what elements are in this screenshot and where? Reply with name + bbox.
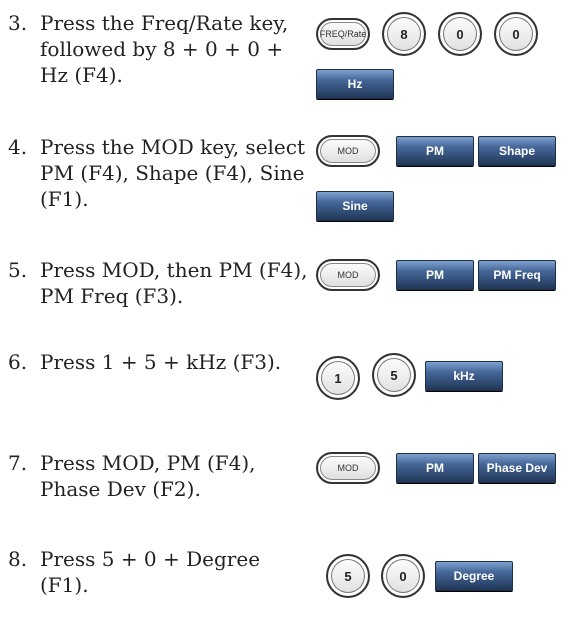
pm-softkey[interactable]: PM [396, 453, 474, 483]
hz-softkey[interactable]: Hz [316, 69, 394, 99]
step-number: 3. [8, 11, 28, 35]
step-instruction: Press MOD, then PM (F4), PM Freq (F3). [40, 258, 308, 308]
step-instruction: Press the MOD key, select PM (F4), Shape… [40, 135, 305, 211]
digit-8-key[interactable]: 8 [382, 12, 426, 56]
mod-key[interactable]: MOD [316, 259, 380, 291]
mod-key[interactable]: MOD [316, 452, 380, 484]
phase-dev-softkey[interactable]: Phase Dev [478, 453, 556, 483]
degree-softkey[interactable]: Degree [435, 561, 513, 591]
step-number: 6. [8, 350, 28, 374]
step-instruction: Press 5 + 0 + Degree (F1). [40, 547, 261, 597]
khz-softkey[interactable]: kHz [425, 361, 503, 391]
sine-softkey[interactable]: Sine [316, 191, 394, 221]
mod-key[interactable]: MOD [316, 135, 380, 167]
step-number: 7. [8, 451, 28, 475]
digit-0-key[interactable]: 0 [381, 554, 425, 598]
step-instruction: Press the Freq/Rate key, followed by 8 +… [40, 11, 289, 87]
step-instruction: Press 1 + 5 + kHz (F3). [40, 350, 282, 374]
step-number: 4. [8, 135, 28, 159]
digit-5-key[interactable]: 5 [372, 353, 416, 397]
digit-0-key[interactable]: 0 [438, 12, 482, 56]
step-number: 5. [8, 258, 28, 282]
step-number: 8. [8, 547, 28, 571]
digit-0-key[interactable]: 0 [494, 12, 538, 56]
pm-softkey[interactable]: PM [396, 260, 474, 290]
shape-softkey[interactable]: Shape [478, 136, 556, 166]
digit-1-key[interactable]: 1 [316, 356, 360, 400]
freq-rate-key[interactable]: FREQ/Rate [316, 18, 370, 50]
pm-softkey[interactable]: PM [396, 136, 474, 166]
pm-freq-softkey[interactable]: PM Freq [478, 260, 556, 290]
step-instruction: Press MOD, PM (F4), Phase Dev (F2). [40, 451, 256, 501]
digit-5-key[interactable]: 5 [326, 554, 370, 598]
